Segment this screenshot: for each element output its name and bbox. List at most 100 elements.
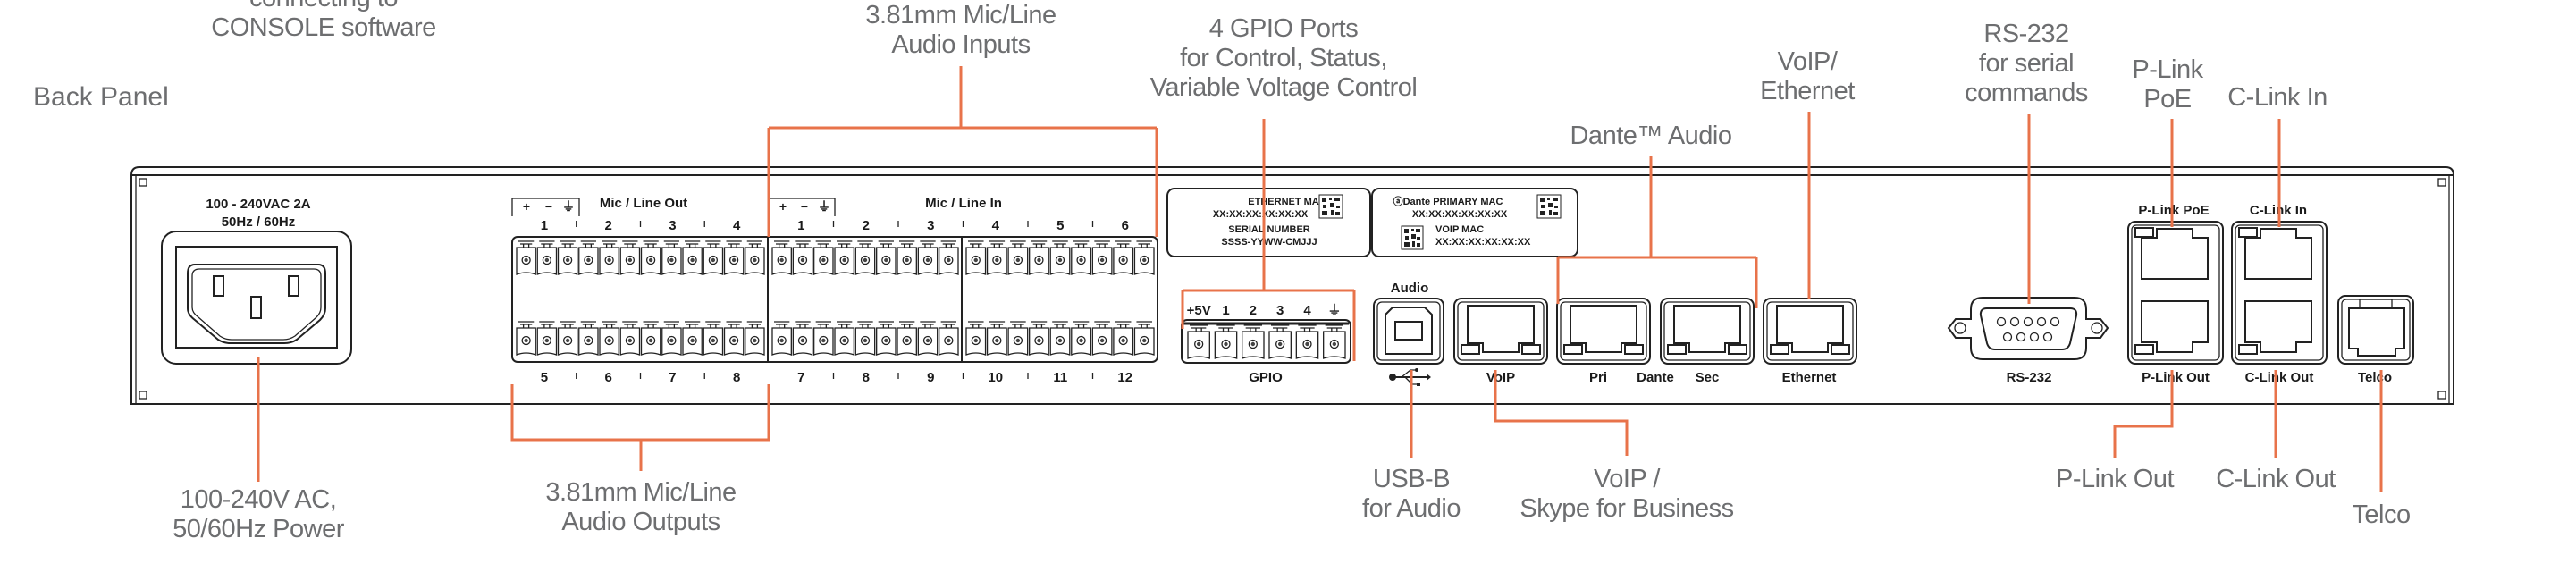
ethernet-port-label: Ethernet — [1782, 370, 1837, 385]
screw-terminal — [897, 321, 917, 356]
channel-number: 12 — [1117, 370, 1132, 385]
screw-terminal — [723, 240, 745, 275]
screw-terminal — [516, 321, 536, 356]
channel-number: 9 — [927, 370, 934, 385]
ethernet-mac-value: XX:XX:XX:XX:XX:XX — [1213, 209, 1309, 220]
mac-serial-label: ETHERNET MAC XX:XX:XX:XX:XX:XX SERIAL NU… — [1166, 188, 1371, 257]
gpio-pin-label: 2 — [1250, 303, 1257, 318]
channel-number: 3 — [927, 218, 934, 233]
screw-terminal — [771, 240, 792, 275]
screw-terminal — [1187, 324, 1210, 359]
ground-icon: ⏚ — [818, 199, 830, 214]
screw-terminal — [1029, 321, 1049, 356]
power-rating-line1: 100 - 240VAC 2A — [206, 197, 310, 212]
screw-terminal — [557, 240, 578, 275]
power-inlet: 100 - 240VAC 2A 50Hz / 60Hz — [161, 197, 352, 365]
channel-number: 8 — [863, 370, 870, 385]
channel-number: 4 — [733, 218, 741, 233]
dante-voip-label: ⓐDante PRIMARY MAC XX:XX:XX:XX:XX:XX VOI… — [1371, 188, 1578, 257]
db9-pin — [2050, 316, 2060, 327]
screw-terminal — [1091, 321, 1113, 356]
dante-logo: Dante — [1637, 370, 1674, 385]
screw-terminal — [876, 321, 897, 356]
screw-terminal — [1268, 324, 1292, 359]
screw-terminal — [939, 321, 959, 356]
back-panel-diagram: 100 - 240VAC 2A 50Hz / 60Hz + − ⏚ Mic / … — [130, 66, 2454, 492]
channel-number: 2 — [604, 218, 611, 233]
plink-poe-label: P-Link PoE — [2138, 203, 2209, 218]
screw-terminal — [619, 321, 641, 356]
clink-out-label: C-Link Out — [2245, 370, 2314, 385]
power-rating-line2: 50Hz / 60Hz — [222, 214, 296, 230]
screw-terminal — [771, 321, 792, 356]
voip-mac-title: VOIP MAC — [1435, 224, 1484, 235]
channel-number: 5 — [541, 370, 548, 385]
channel-number: 2 — [863, 218, 870, 233]
screw-terminal — [917, 240, 939, 275]
screw-terminal — [578, 240, 599, 275]
screw-terminal — [1071, 240, 1091, 275]
screw-terminal — [599, 321, 619, 356]
dante-primary-rj45-port — [1556, 298, 1651, 365]
screw-terminal — [792, 240, 813, 275]
gpio-pin-label: ⏚ — [1327, 303, 1341, 318]
channel-number: 4 — [992, 218, 1000, 233]
screw-terminal — [703, 321, 724, 356]
mic-line-in-bottom-channels: 7 8 9 10 11 12 — [797, 370, 1132, 385]
dante-primary-mac-title: ⓐDante PRIMARY MAC — [1393, 195, 1503, 207]
screw-terminal — [986, 321, 1007, 356]
mic-line-out-header: + − ⏚ Mic / Line Out — [511, 196, 687, 216]
gpio-connector: +5V 1 2 3 4 ⏚ GPIO — [1181, 303, 1351, 385]
screw-terminal — [813, 240, 834, 275]
db9-pin — [2042, 332, 2053, 342]
qr-code-icon — [1536, 194, 1562, 219]
plus-symbol: + — [779, 199, 787, 214]
channel-number: 5 — [1056, 218, 1064, 233]
link-labels: P-Link PoE C-Link In P-Link Out C-Link O… — [2138, 203, 2392, 385]
channel-number: 1 — [797, 218, 804, 233]
gpio-pin-label: 1 — [1222, 303, 1229, 318]
screw-terminal — [745, 321, 765, 356]
usb-audio-label: Audio — [1391, 281, 1429, 296]
screw-terminal — [723, 321, 745, 356]
db9-pin — [2016, 332, 2026, 342]
screw-terminal — [1049, 240, 1071, 275]
screw-terminal — [536, 240, 558, 275]
db9-pin — [2002, 332, 2013, 342]
channel-number: 3 — [669, 218, 676, 233]
earth-pin — [250, 296, 262, 319]
screw-terminal — [1113, 240, 1134, 275]
screw-terminal — [1295, 324, 1319, 359]
mic-line-in-header: + − ⏚ Mic / Line In — [768, 196, 1002, 216]
screw-terminal — [1133, 240, 1155, 275]
usb-b-port: Audio — [1373, 281, 1444, 386]
screw-terminal — [640, 240, 661, 275]
screw-terminal — [1007, 240, 1029, 275]
screw-terminal — [1323, 324, 1346, 359]
telco-label: Telco — [2358, 370, 2392, 385]
screw-terminal — [619, 240, 641, 275]
ethernet-mac-title: ETHERNET MAC — [1248, 197, 1326, 207]
screw-terminal — [965, 321, 987, 356]
gpio-pin-label: 3 — [1276, 303, 1284, 318]
screw-terminal — [536, 321, 558, 356]
leader-lines — [257, 66, 2383, 492]
screw-terminal — [599, 240, 619, 275]
voip-mac-value: XX:XX:XX:XX:XX:XX — [1435, 237, 1531, 248]
gpio-pin-label: +5V — [1187, 303, 1211, 318]
live-pin — [213, 275, 224, 297]
screw-terminal — [1091, 240, 1113, 275]
clink-stacked-ports — [2231, 221, 2328, 365]
rs232-port-label: RS-232 — [2007, 370, 2052, 385]
plink-out-label: P-Link Out — [2142, 370, 2210, 385]
sec-port-label: Sec — [1696, 370, 1720, 385]
screw-terminal — [516, 240, 536, 275]
db9-pin — [1996, 316, 2007, 327]
screw-terminal — [661, 240, 682, 275]
screw-terminal — [917, 321, 939, 356]
screw-terminal — [834, 321, 854, 356]
screw-terminal — [813, 321, 834, 356]
screw-terminal — [1029, 240, 1049, 275]
channel-number: 11 — [1053, 370, 1067, 385]
db9-pin — [2023, 316, 2033, 327]
